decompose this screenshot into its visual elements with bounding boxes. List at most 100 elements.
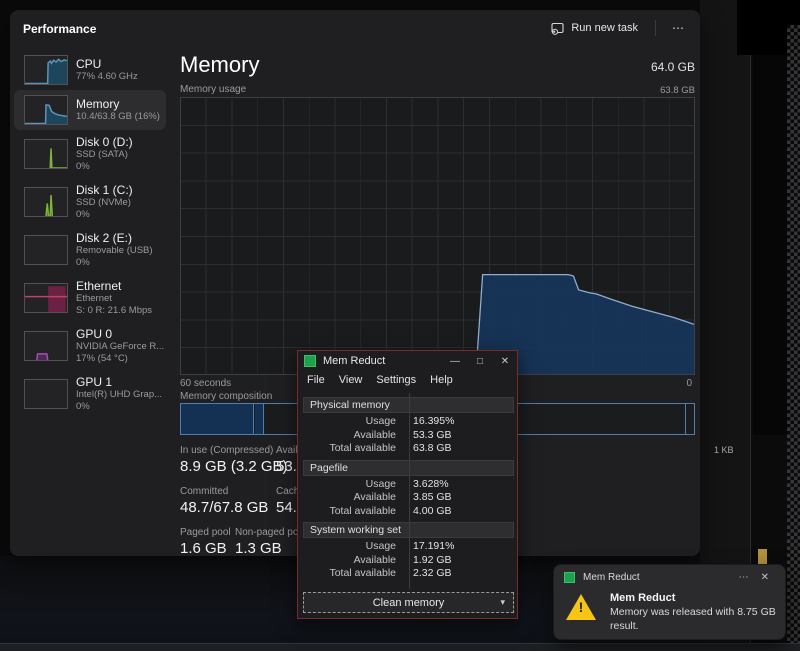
graph-x-axis-left: 60 seconds bbox=[180, 378, 231, 389]
memory-usage-graph[interactable] bbox=[180, 97, 695, 375]
desktop-checker-pattern bbox=[787, 25, 800, 643]
sidebar-item-subtitle: S: 0 R: 21.6 Mbps bbox=[76, 305, 152, 317]
sidebar-item-subtitle: SSD (NVMe) bbox=[76, 197, 133, 209]
row-label: Usage bbox=[303, 415, 404, 429]
stat-in-use-compressed: In use (Compressed)8.9 GB (3.2 GB) bbox=[180, 445, 276, 477]
toast-overflow-button[interactable]: ⋯ bbox=[733, 572, 755, 583]
sidebar-item-title: Memory bbox=[76, 97, 160, 111]
sidebar-item-disk-0-d[interactable]: Disk 0 (D:)SSD (SATA)0% bbox=[14, 130, 166, 178]
table-column-divider bbox=[409, 393, 410, 589]
menu-item-file[interactable]: File bbox=[300, 373, 332, 387]
sidebar-item-subtitle: 10.4/63.8 GB (16%) bbox=[76, 111, 160, 123]
sidebar-item-title: CPU bbox=[76, 57, 138, 71]
sidebar-item-subtitle: Ethernet bbox=[76, 293, 152, 305]
composition-segment-modified bbox=[255, 404, 263, 434]
sidebar-item-ethernet[interactable]: EthernetEthernetS: 0 R: 21.6 Mbps bbox=[14, 274, 166, 322]
sidebar-item-subtitle: 0% bbox=[76, 209, 133, 221]
stat-non-paged-pool: Non-paged pool1.3 GB bbox=[235, 527, 306, 559]
memory-total-capacity: 64.0 GB bbox=[651, 60, 695, 74]
sidebar-item-subtitle: 0% bbox=[76, 257, 153, 269]
row-label: Available bbox=[303, 429, 404, 443]
row-label: Total available bbox=[303, 505, 404, 519]
toast-message: Memory was released with 8.75 GB result. bbox=[610, 605, 782, 633]
sidebar-item-title: Disk 2 (E:) bbox=[76, 231, 153, 245]
row-value: 3.85 GB bbox=[404, 491, 452, 505]
toast-app-name: Mem Reduct bbox=[583, 572, 733, 583]
sidebar-item-memory[interactable]: Memory10.4/63.8 GB (16%) bbox=[14, 90, 166, 130]
sidebar-item-graph-thumbnail bbox=[24, 331, 68, 361]
warning-icon bbox=[566, 594, 596, 620]
dropdown-arrow-icon: ▾ bbox=[500, 597, 505, 608]
mem-reduct-titlebar[interactable]: Mem Reduct — □ ✕ bbox=[298, 351, 517, 371]
stat-value: 48.7/67.8 GB bbox=[180, 498, 276, 518]
notification-toast[interactable]: Mem Reduct ⋯ ✕ Mem Reduct Memory was rel… bbox=[553, 564, 786, 640]
composition-segment-in-use bbox=[181, 404, 253, 434]
sidebar-item-subtitle: 0% bbox=[76, 161, 133, 173]
sidebar-item-subtitle: SSD (SATA) bbox=[76, 149, 133, 161]
graph-max-label: 63.8 GB bbox=[660, 85, 695, 96]
menu-item-settings[interactable]: Settings bbox=[369, 373, 423, 387]
row-value: 4.00 GB bbox=[404, 505, 452, 519]
sidebar-item-graph-thumbnail bbox=[24, 95, 68, 125]
menu-item-view[interactable]: View bbox=[332, 373, 370, 387]
composition-divider bbox=[263, 404, 264, 434]
sidebar-item-subtitle: Removable (USB) bbox=[76, 245, 153, 257]
menu-item-help[interactable]: Help bbox=[423, 373, 460, 387]
mem-reduct-title: Mem Reduct bbox=[323, 355, 449, 367]
row-value: 63.8 GB bbox=[404, 442, 452, 456]
row-value: 53.3 GB bbox=[404, 429, 452, 443]
row-value: 17.191% bbox=[404, 540, 454, 554]
taskbar-edge[interactable] bbox=[0, 643, 800, 651]
mem-reduct-menubar: FileViewSettingsHelp bbox=[298, 371, 517, 390]
sidebar-item-disk-1-c[interactable]: Disk 1 (C:)SSD (NVMe)0% bbox=[14, 178, 166, 226]
stat-label: Committed bbox=[180, 486, 276, 498]
maximize-button[interactable]: □ bbox=[474, 356, 486, 367]
clean-memory-button[interactable]: Clean memory ▾ bbox=[303, 592, 514, 613]
row-label: Total available bbox=[303, 442, 404, 456]
sidebar-item-subtitle: 0% bbox=[76, 401, 160, 413]
sidebar-item-graph-thumbnail bbox=[24, 55, 68, 85]
sidebar-item-title: GPU 1 bbox=[76, 375, 160, 389]
row-label: Total available bbox=[303, 567, 404, 581]
row-label: Usage bbox=[303, 540, 404, 554]
sidebar-item-title: Disk 0 (D:) bbox=[76, 135, 133, 149]
sidebar-item-title: Ethernet bbox=[76, 279, 152, 293]
memory-usage-label: Memory usage bbox=[180, 84, 246, 95]
sidebar-item-disk-2-e[interactable]: Disk 2 (E:)Removable (USB)0% bbox=[14, 226, 166, 274]
sidebar-item-cpu[interactable]: CPU77% 4.60 GHz bbox=[14, 50, 166, 90]
mem-reduct-window: Mem Reduct — □ ✕ FileViewSettingsHelp Ph… bbox=[297, 350, 518, 619]
desktop-background-strip bbox=[700, 0, 750, 651]
sidebar-item-subtitle: NVIDIA GeForce R... bbox=[76, 341, 160, 353]
close-button[interactable]: ✕ bbox=[499, 356, 511, 367]
sidebar-item-graph-thumbnail bbox=[24, 379, 68, 409]
sidebar-item-graph-thumbnail bbox=[24, 283, 68, 313]
clean-memory-label: Clean memory bbox=[373, 597, 445, 609]
mem-reduct-app-icon bbox=[304, 355, 316, 367]
sidebar-item-subtitle: 77% 4.60 GHz bbox=[76, 71, 138, 83]
row-value: 3.628% bbox=[404, 478, 449, 492]
stat-value: 1.3 GB bbox=[235, 539, 306, 559]
row-value: 16.395% bbox=[404, 415, 454, 429]
toast-body: Mem Reduct Memory was released with 8.75… bbox=[554, 583, 785, 633]
sidebar-item-gpu-1[interactable]: GPU 1Intel(R) UHD Grap...0% bbox=[14, 370, 166, 418]
page-title: Performance bbox=[23, 22, 96, 36]
row-value: 1.92 GB bbox=[404, 554, 452, 568]
minimize-button[interactable]: — bbox=[449, 356, 461, 367]
stat-paged-pool: Paged pool1.6 GB bbox=[180, 527, 235, 559]
stat-value: 1.6 GB bbox=[180, 539, 235, 559]
sidebar-item-graph-thumbnail bbox=[24, 235, 68, 265]
desktop-black-panel bbox=[753, 55, 787, 435]
mem-reduct-table: Physical memoryUsage16.395%Available53.3… bbox=[303, 393, 514, 589]
composition-divider bbox=[685, 404, 686, 434]
sidebar-item-gpu-0[interactable]: GPU 0NVIDIA GeForce R...17% (54 °C) bbox=[14, 322, 166, 370]
row-value: 2.32 GB bbox=[404, 567, 452, 581]
mem-reduct-toast-icon bbox=[564, 572, 575, 583]
sidebar-item-graph-thumbnail bbox=[24, 139, 68, 169]
row-label: Available bbox=[303, 491, 404, 505]
desktop-size-label: 1 KB bbox=[714, 445, 734, 455]
sidebar-item-subtitle: 17% (54 °C) bbox=[76, 353, 160, 365]
graph-x-axis-right: 0 bbox=[686, 378, 692, 389]
stat-committed: Committed48.7/67.8 GB bbox=[180, 486, 276, 518]
stat-value: 8.9 GB (3.2 GB) bbox=[180, 457, 276, 477]
toast-close-button[interactable]: ✕ bbox=[755, 572, 775, 583]
